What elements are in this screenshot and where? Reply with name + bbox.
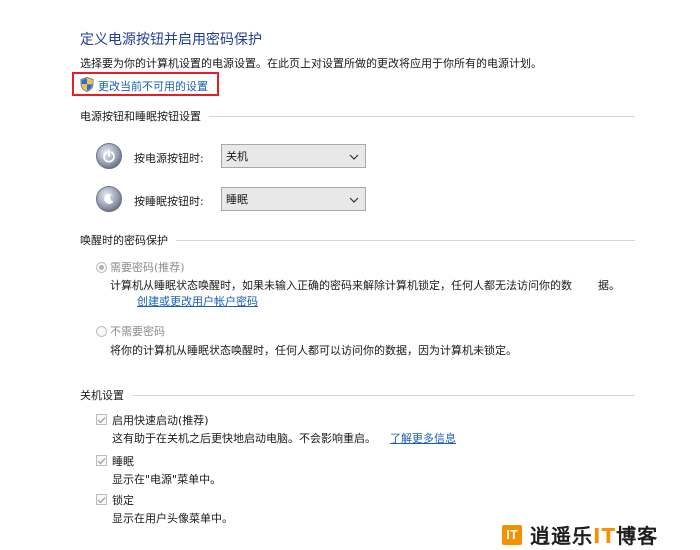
admin-link-label: 更改当前不可用的设置 xyxy=(98,80,208,93)
require-password-radio[interactable] xyxy=(96,262,107,273)
fast-startup-checkbox[interactable] xyxy=(96,414,107,425)
require-password-description-end: 据。 xyxy=(598,279,620,292)
chevron-down-icon xyxy=(349,150,359,163)
sleep-button-icon xyxy=(96,186,122,212)
power-button-label: 按电源按钮时: xyxy=(134,152,204,165)
watermark-text: 逍遥乐IT博客 xyxy=(530,520,658,549)
change-unavailable-settings-link[interactable]: 更改当前不可用的设置 xyxy=(80,77,208,95)
checkmark-icon xyxy=(97,416,106,424)
checkmark-icon xyxy=(97,457,106,465)
sleep-menu-description: 显示在"电源"菜单中。 xyxy=(112,473,222,486)
page-description: 选择要为你的计算机设置的电源设置。在此页上对设置所做的更改将应用于你所有的电源计… xyxy=(80,57,542,70)
no-password-radio[interactable] xyxy=(96,326,107,337)
chevron-down-icon xyxy=(349,193,359,206)
no-password-description: 将你的计算机从睡眠状态唤醒时，任何人都可以访问你的数据，因为计算机未锁定。 xyxy=(110,344,517,357)
divider xyxy=(132,394,635,396)
watermark-text-a: 逍遥乐 xyxy=(530,524,593,548)
select-value: 关机 xyxy=(226,150,248,163)
require-password-label: 需要密码(推荐) xyxy=(110,261,185,274)
fast-startup-description: 这有助于在关机之后更快地启动电脑。不会影响重启。 xyxy=(112,432,376,445)
require-password-description: 计算机从睡眠状态唤醒时，如果未输入正确的密码来解除计算机锁定，任何人都无法访问你… xyxy=(110,279,572,292)
watermark-text-c: 博客 xyxy=(616,524,659,548)
divider xyxy=(209,115,635,117)
section-title: 电源按钮和睡眠按钮设置 xyxy=(80,110,201,123)
site-watermark: IT 逍遥乐IT博客 xyxy=(502,520,658,549)
sleep-button-label: 按睡眠按钮时: xyxy=(134,195,204,208)
radio-dot xyxy=(99,265,104,270)
select-value: 睡眠 xyxy=(226,193,248,206)
uac-shield-icon xyxy=(80,77,94,95)
sleep-menu-checkbox[interactable] xyxy=(96,455,107,466)
sleep-button-action-select[interactable]: 睡眠 xyxy=(221,187,366,211)
power-button-icon xyxy=(96,143,122,169)
fast-startup-label: 启用快速启动(推荐) xyxy=(112,414,209,427)
watermark-text-b: IT xyxy=(593,524,617,548)
lock-menu-label: 锁定 xyxy=(112,494,134,507)
shutdown-section-header: 关机设置 xyxy=(80,387,635,403)
no-password-label: 不需要密码 xyxy=(110,325,165,338)
create-password-link[interactable]: 创建或更改用户帐户密码 xyxy=(137,293,258,309)
power-buttons-section-header: 电源按钮和睡眠按钮设置 xyxy=(80,108,635,124)
lock-menu-description: 显示在用户头像菜单中。 xyxy=(112,512,233,525)
lock-menu-checkbox[interactable] xyxy=(96,494,107,505)
checkmark-icon xyxy=(97,496,106,504)
section-title: 唤醒时的密码保护 xyxy=(80,234,168,247)
password-section-header: 唤醒时的密码保护 xyxy=(80,232,635,248)
section-title: 关机设置 xyxy=(80,389,124,402)
power-button-action-select[interactable]: 关机 xyxy=(221,144,366,168)
page-title: 定义电源按钮并启用密码保护 xyxy=(80,32,262,48)
divider xyxy=(176,239,635,241)
learn-more-link[interactable]: 了解更多信息 xyxy=(390,430,456,446)
watermark-logo: IT xyxy=(502,524,522,545)
sleep-menu-label: 睡眠 xyxy=(112,455,134,468)
